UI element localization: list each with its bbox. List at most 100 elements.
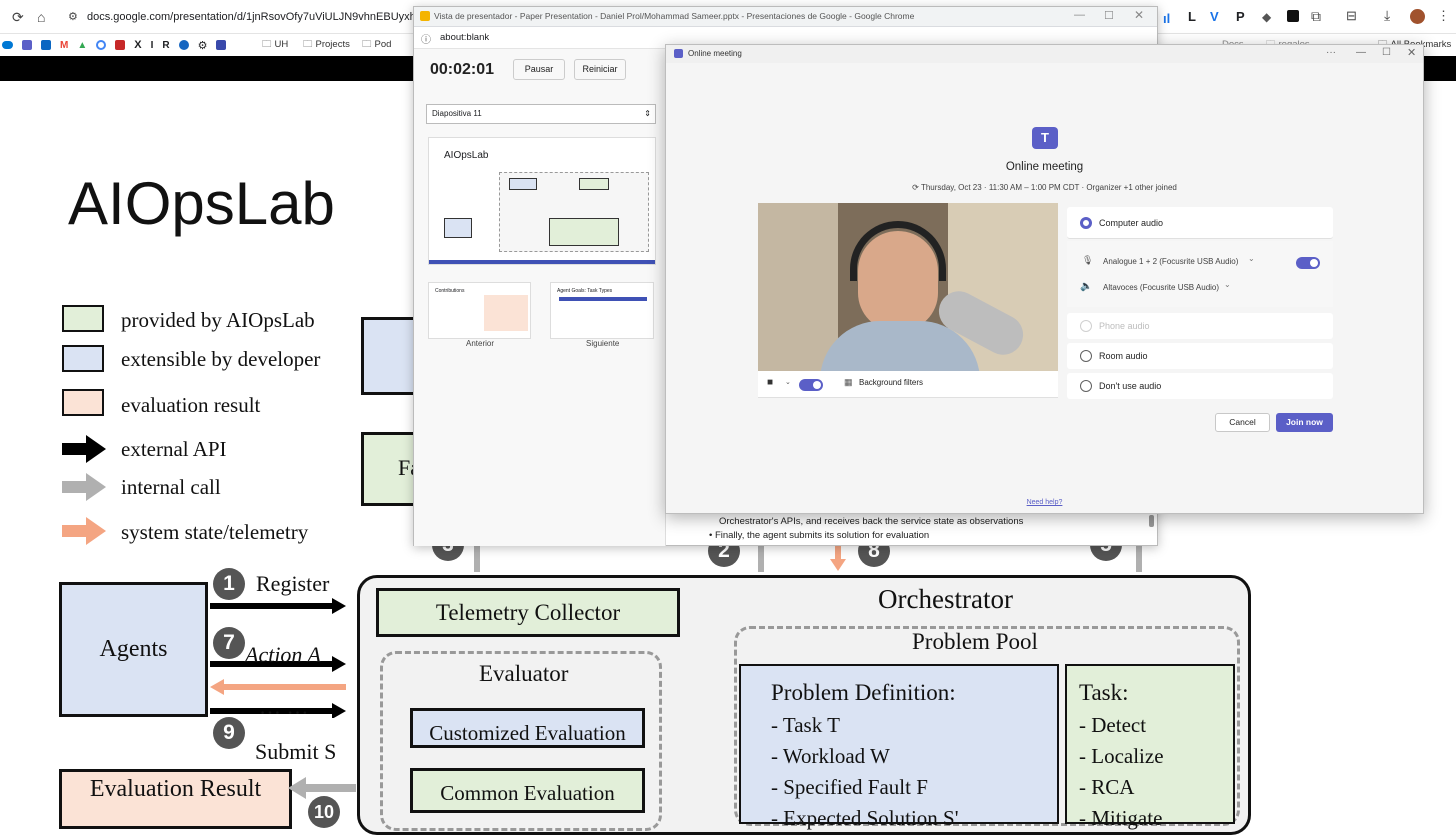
ext-v-icon[interactable]: V — [1210, 9, 1219, 24]
step-10-badge: 10 — [308, 796, 340, 828]
reload-icon[interactable]: ⟳ — [12, 0, 24, 34]
recurring-icon: ⟳ — [912, 183, 921, 192]
prev-slide-thumbnail[interactable]: Contributions — [428, 282, 531, 339]
camera-icon[interactable]: ■ — [767, 377, 773, 388]
bookmark-drive-icon[interactable]: ▲ — [77, 40, 87, 51]
tab-search-icon[interactable]: ⊟ — [1346, 8, 1357, 24]
mic-chevron-icon[interactable]: ⌄ — [1248, 254, 1255, 263]
bookmark-x-icon[interactable]: X — [134, 39, 141, 51]
orchestrator-title: Orchestrator — [878, 584, 1013, 614]
legend-swatch-evaluation — [62, 389, 104, 416]
no-audio-option[interactable]: Don't use audio — [1067, 373, 1333, 399]
microphone-icon: 🎙 — [1082, 255, 1094, 265]
presenter-address[interactable]: about:blank — [440, 32, 489, 43]
bookmark-misc-icon[interactable] — [216, 40, 227, 50]
restart-button[interactable]: Reiniciar — [574, 59, 626, 80]
bookmark-blue-icon[interactable] — [178, 40, 189, 50]
speaker-select[interactable]: Altavoces (Focusrite USB Audio) — [1103, 283, 1219, 292]
step-7-badge: 7 — [213, 627, 245, 659]
preview-wall — [758, 203, 838, 371]
need-help-link[interactable]: Need help? — [666, 499, 1423, 506]
problem-definition-box: Problem Definition: - Task T - Workload … — [739, 664, 1059, 830]
profile-avatar[interactable] — [1410, 9, 1425, 24]
camera-controls: ■ ⌄ ▦ Background filters — [758, 371, 1058, 398]
notes-scrollbar[interactable] — [1149, 515, 1154, 527]
bookmark-folder-uh[interactable]: 🗀 UH — [262, 34, 288, 56]
room-audio-option[interactable]: Room audio — [1067, 343, 1333, 369]
close-icon[interactable]: ✕ — [1134, 8, 1144, 22]
bookmark-folder-pod[interactable]: 🗀 Pod — [362, 34, 391, 56]
home-icon[interactable]: ⌂ — [37, 0, 45, 34]
folder-icon: 🗀 — [362, 39, 372, 50]
folder-icon: 🗀 — [303, 39, 313, 50]
common-evaluation-box: Common Evaluation — [410, 768, 645, 813]
thumb-box — [509, 178, 537, 190]
bookmark-r-icon[interactable]: R — [162, 40, 169, 51]
current-slide-thumbnail[interactable]: AIOpsLab — [428, 137, 656, 265]
telemetry-collector-box: Telemetry Collector — [376, 588, 680, 637]
microphone-toggle[interactable] — [1296, 257, 1320, 269]
problem-pool-title: Problem Pool — [912, 629, 1038, 654]
room-audio-label: Room audio — [1099, 351, 1148, 361]
bookmark-onedrive-icon[interactable] — [2, 41, 13, 49]
bookmark-linkedin-icon[interactable] — [41, 40, 51, 50]
external-api-arrow-icon — [62, 435, 106, 463]
phone-audio-label: Phone audio — [1099, 321, 1150, 331]
minimize-icon[interactable]: — — [1074, 9, 1085, 21]
camera-toggle[interactable] — [799, 379, 823, 391]
submit-label: Submit S — [255, 739, 337, 764]
bookmark-chrome-icon[interactable] — [96, 40, 107, 50]
room-audio-radio[interactable] — [1080, 350, 1092, 362]
camera-chevron-icon[interactable]: ⌄ — [785, 378, 791, 386]
maximize-icon[interactable]: ☐ — [1382, 47, 1391, 58]
bookmark-gear-icon[interactable]: ⚙ — [198, 39, 208, 52]
bookmark-gmail-icon[interactable]: M — [60, 40, 68, 51]
maximize-icon[interactable]: ☐ — [1104, 9, 1114, 22]
hidden-blue-box — [361, 317, 421, 395]
bookmark-i-icon[interactable]: I — [151, 40, 154, 51]
cancel-button[interactable]: Cancel — [1215, 413, 1270, 432]
slide-title: AIOpsLab — [68, 170, 335, 237]
next-label: Siguiente — [586, 339, 620, 348]
problem-definition-title: Problem Definition: — [771, 680, 956, 705]
dots-label: … … — [259, 694, 309, 719]
next-slide-thumbnail[interactable]: Agent Goals: Task Types — [550, 282, 654, 339]
menu-icon[interactable]: ⋮ — [1437, 8, 1450, 24]
task-item: - Detect — [1079, 713, 1147, 737]
ext-game-icon[interactable]: ◆ — [1262, 10, 1271, 24]
notes-line: • Finally, the agent submits its solutio… — [709, 530, 930, 541]
download-icon[interactable]: ⤓ — [1384, 7, 1390, 24]
bookmark-folder-projects[interactable]: 🗀 Projects — [303, 34, 350, 56]
computer-audio-option[interactable]: Computer audio — [1067, 207, 1333, 239]
telemetry-arrow-icon — [62, 517, 106, 545]
problem-item: - Specified Fault F — [771, 775, 928, 799]
address-bar[interactable]: docs.google.com/presentation/d/1jnRsovOf… — [87, 0, 463, 34]
bookmark-red-icon[interactable] — [115, 40, 126, 50]
slide-select[interactable]: Diapositiva 11 ⇕ — [426, 104, 656, 124]
ext-dark-icon[interactable] — [1287, 10, 1299, 22]
no-audio-radio[interactable] — [1080, 380, 1092, 392]
site-info-icon[interactable]: ⚙ — [68, 0, 78, 34]
close-icon[interactable]: ✕ — [1407, 46, 1416, 59]
microphone-select[interactable]: Analogue 1 + 2 (Focusrite USB Audio) — [1103, 257, 1238, 266]
bookmark-teams-icon[interactable] — [22, 40, 32, 50]
legend-label-internal: internal call — [121, 475, 221, 499]
notes-line: Orchestrator's APIs, and receives back t… — [719, 516, 1024, 527]
legend-label-telemetry: system state/telemetry — [121, 520, 309, 544]
notes-line-text: Finally, the agent submits its solution … — [714, 530, 930, 541]
evaluation-result-box: Evaluation Result — [59, 769, 292, 829]
computer-audio-radio[interactable] — [1080, 217, 1092, 229]
extensions-icon[interactable]: ⧉ — [1311, 8, 1321, 25]
speaker-chevron-icon[interactable]: ⌄ — [1224, 280, 1231, 289]
thumb-title: AIOpsLab — [444, 150, 489, 161]
ext-l-icon[interactable]: L — [1188, 9, 1196, 24]
ext-chart-icon[interactable]: ıl — [1163, 11, 1170, 26]
join-now-button[interactable]: Join now — [1276, 413, 1333, 432]
task-item: - Mitigate — [1079, 806, 1163, 830]
minimize-icon[interactable]: — — [1356, 47, 1366, 58]
pause-button[interactable]: Pausar — [513, 59, 565, 80]
more-options-icon[interactable]: ··· — [1326, 47, 1336, 58]
info-icon[interactable]: ⓘ — [421, 31, 431, 46]
background-filters-button[interactable]: Background filters — [859, 378, 923, 387]
ext-p-icon[interactable]: P — [1236, 9, 1245, 24]
